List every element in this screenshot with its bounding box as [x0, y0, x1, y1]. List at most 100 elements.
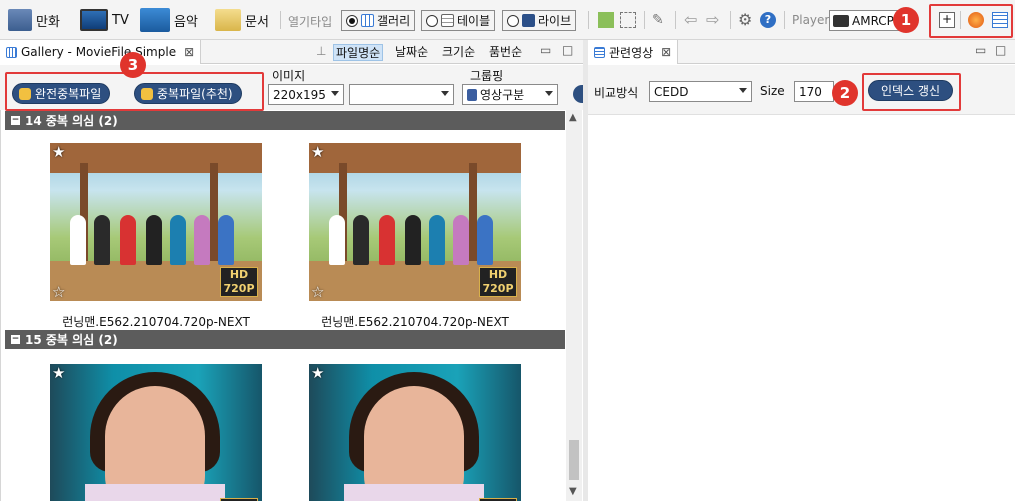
image-label: 이미지	[272, 69, 306, 83]
badge-1: 1	[893, 7, 919, 33]
sort-by-size[interactable]: 크기순	[440, 44, 477, 61]
related-tab-icon	[594, 46, 605, 58]
chevron-down-icon	[739, 88, 747, 93]
person-figure	[94, 215, 110, 265]
thumbnail-image[interactable]: ★ HD	[309, 364, 521, 501]
more-button-edge[interactable]	[573, 85, 583, 103]
group-header-14[interactable]: − 14 중복 의심 (2)	[5, 111, 565, 130]
toolbar-separator	[784, 11, 785, 29]
grouping-value: 영상구분	[480, 88, 525, 102]
collapse-icon[interactable]: −	[11, 335, 20, 344]
related-panel-header: 관련영상 ⊠ ▭ □	[588, 40, 1015, 64]
star-icon[interactable]: ★	[311, 364, 324, 382]
sort-by-date[interactable]: 날짜순	[393, 44, 430, 61]
toolbar-separator	[280, 11, 281, 29]
hd-badge: HD 720P	[479, 267, 517, 297]
toolbar-music-label: 음악	[174, 14, 198, 30]
view-mode-table-label: 테이블	[457, 14, 491, 28]
compare-method-label: 비교방식	[594, 86, 639, 100]
minimize-icon[interactable]: ▭	[975, 43, 986, 57]
star-icon[interactable]: ★	[52, 364, 65, 382]
player-icon	[833, 14, 849, 27]
hd-badge: HD 720P	[220, 267, 258, 297]
settings-gear-icon[interactable]: ⚙	[738, 12, 754, 28]
thumbnail-caption[interactable]: 런닝맨.E562.210704.720p-NEXT	[309, 313, 521, 330]
new-folder-icon[interactable]	[598, 12, 614, 28]
grouping-label: 그룹핑	[470, 69, 504, 83]
vertical-scrollbar[interactable]: ▲ ▼	[566, 110, 582, 501]
badge-3: 3	[120, 52, 146, 78]
star-icon[interactable]: ★	[52, 143, 65, 161]
help-icon[interactable]: ?	[760, 12, 776, 28]
collapse-icon[interactable]: −	[11, 116, 20, 125]
sort-by-code[interactable]: 품번순	[487, 44, 524, 61]
person-figure	[429, 215, 445, 265]
player-select[interactable]: AMRCP	[829, 10, 901, 31]
person-figure	[379, 215, 395, 265]
tab-gallery[interactable]: Gallery - MovieFile Simple ⊠	[0, 40, 202, 64]
view-mode-live[interactable]: 라이브	[502, 10, 577, 31]
person-figure	[194, 215, 210, 265]
favorite-star-icon[interactable]: ☆	[311, 283, 324, 301]
scrollbar-thumb[interactable]	[569, 440, 579, 480]
gallery-panel-header: Gallery - MovieFile Simple ⊠ ⊥ 파일명순 날짜순 …	[0, 40, 583, 64]
highlight-box-1	[929, 4, 1013, 38]
hd-text: HD	[488, 268, 508, 281]
table-icon	[441, 14, 454, 27]
grouping-select[interactable]: 영상구분	[462, 84, 558, 105]
view-mode-live-label: 라이브	[538, 14, 572, 28]
group-header-15[interactable]: − 15 중복 의심 (2)	[5, 330, 565, 349]
image-size-select[interactable]: 220x195	[268, 84, 344, 105]
thumbnail-caption[interactable]: 런닝맨.E562.210704.720p-NEXT	[50, 313, 262, 330]
toolbar-document[interactable]: 문서	[215, 6, 269, 34]
close-icon[interactable]: ⊠	[184, 45, 194, 59]
person-figure	[70, 215, 86, 265]
edit-icon[interactable]: ✎	[652, 12, 668, 28]
tab-related-label: 관련영상	[609, 45, 654, 60]
comic-folder-icon	[8, 9, 32, 31]
compare-method-value: CEDD	[654, 84, 689, 99]
sort-by-filename[interactable]: 파일명순	[333, 44, 384, 61]
person-figure	[120, 215, 136, 265]
thumbnail-image[interactable]: ★ HD	[50, 364, 262, 501]
size-input[interactable]: 170	[794, 81, 834, 102]
toolbar-tv-label: TV	[112, 12, 129, 28]
view-mode-gallery-label: 갤러리	[377, 14, 411, 28]
scroll-down-icon[interactable]: ▼	[569, 486, 577, 497]
favorite-star-icon[interactable]: ☆	[52, 283, 65, 301]
toolbar-separator	[588, 11, 589, 29]
star-icon[interactable]: ★	[311, 143, 324, 161]
toolbar-comic-label: 만화	[36, 14, 60, 30]
pin-icon[interactable]: ⊥	[316, 44, 326, 58]
shirt-shape	[85, 484, 225, 501]
toolbar-comic[interactable]: 만화	[8, 6, 60, 34]
group-14-title: 14 중복 의심 (2)	[25, 114, 118, 128]
view-mode-gallery[interactable]: 갤러리	[341, 10, 416, 31]
view-mode-table[interactable]: 테이블	[421, 10, 496, 31]
res-text: 720P	[223, 282, 255, 295]
gallery-content: − 14 중복 의심 (2) ★ ☆ HD 720P 런닝맨.E562.21070…	[0, 110, 583, 501]
back-arrow-icon[interactable]: ⇦	[684, 12, 700, 28]
grouping-icon	[467, 88, 477, 101]
maximize-icon[interactable]: □	[995, 43, 1006, 57]
forward-arrow-icon[interactable]: ⇨	[706, 12, 722, 28]
radio-icon	[426, 14, 438, 27]
scroll-up-icon[interactable]: ▲	[569, 112, 577, 123]
maximize-icon[interactable]: □	[562, 43, 573, 57]
chevron-down-icon	[441, 91, 449, 96]
shirt-shape	[344, 484, 484, 501]
secondary-select[interactable]	[349, 84, 454, 105]
close-icon[interactable]: ⊠	[661, 45, 671, 59]
compare-method-select[interactable]: CEDD	[649, 81, 752, 102]
hd-text: HD	[229, 268, 249, 281]
select-icon[interactable]	[620, 12, 636, 28]
thumbnail-image[interactable]: ★ ☆ HD 720P	[50, 143, 262, 301]
group-15-title: 15 중복 의심 (2)	[25, 333, 118, 347]
minimize-icon[interactable]: ▭	[540, 43, 551, 57]
gallery-icon	[361, 14, 374, 27]
tab-related[interactable]: 관련영상 ⊠	[588, 40, 679, 64]
toolbar-tv[interactable]: TV	[80, 6, 129, 34]
toolbar-music[interactable]: 음악	[140, 6, 198, 34]
thumbnail-image[interactable]: ★ ☆ HD 720P	[309, 143, 521, 301]
chevron-down-icon	[331, 91, 339, 96]
